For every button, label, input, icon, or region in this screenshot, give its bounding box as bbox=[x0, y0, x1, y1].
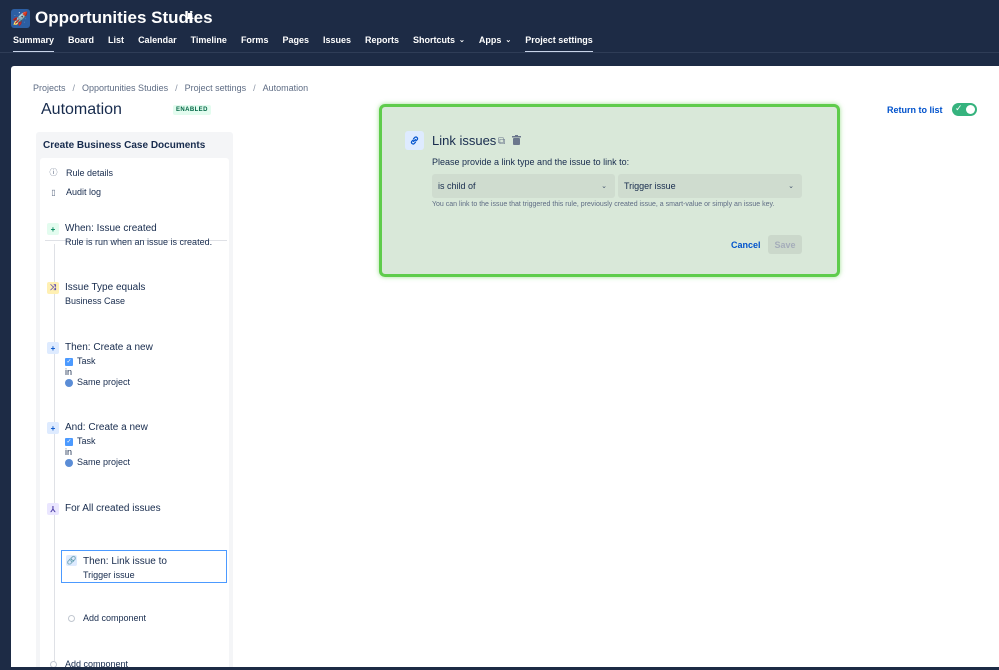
status-badge: ENABLED bbox=[173, 105, 211, 115]
tab-forms[interactable]: Forms bbox=[241, 35, 269, 53]
tab-board[interactable]: Board bbox=[68, 35, 94, 53]
project-globe-icon bbox=[65, 458, 73, 467]
toggle-knob bbox=[966, 105, 975, 114]
rule-details-label: Rule details bbox=[66, 167, 114, 178]
shuffle-icon: ⤨ bbox=[47, 282, 59, 294]
plus-icon: + bbox=[47, 422, 59, 434]
breadcrumb-separator: / bbox=[72, 83, 76, 93]
target-issue-select[interactable]: Trigger issue ⌄ bbox=[618, 174, 802, 198]
breadcrumb-separator: / bbox=[253, 83, 256, 93]
project-label: Same project bbox=[77, 377, 131, 387]
cancel-button[interactable]: Cancel bbox=[731, 240, 761, 250]
action-create-task-component[interactable]: + And: Create a new ✓ Task in Same projec… bbox=[47, 422, 227, 472]
rule-enabled-toggle[interactable]: ✓ bbox=[952, 103, 977, 116]
rule-panel: Create Business Case Documents ⓘ Rule de… bbox=[36, 132, 233, 667]
in-label: in bbox=[65, 367, 73, 377]
page-title: Automation bbox=[41, 101, 122, 118]
project-nav: Summary Board List Calendar Timeline For… bbox=[13, 35, 607, 53]
rule-name: Create Business Case Documents bbox=[43, 140, 206, 151]
link-type-value: is child of bbox=[438, 181, 476, 191]
tab-project-settings[interactable]: Project settings bbox=[525, 35, 593, 53]
editor-title: Link issues bbox=[432, 133, 497, 148]
rule-details-link[interactable]: ⓘ Rule details bbox=[49, 167, 114, 178]
return-to-list-link[interactable]: Return to list bbox=[887, 105, 943, 115]
breadcrumb-project-settings[interactable]: Project settings bbox=[185, 83, 247, 93]
info-icon: ⓘ bbox=[49, 168, 58, 177]
component-title: Then: Create a new bbox=[65, 342, 153, 353]
tab-reports[interactable]: Reports bbox=[365, 35, 399, 53]
component-title: And: Create a new bbox=[65, 422, 148, 433]
chevron-down-icon: ⌄ bbox=[459, 37, 465, 44]
trash-icon[interactable] bbox=[512, 135, 521, 148]
editor-prompt: Please provide a link type and the issue… bbox=[432, 157, 630, 167]
tab-summary[interactable]: Summary bbox=[13, 35, 55, 53]
breadcrumb-projects[interactable]: Projects bbox=[33, 83, 66, 93]
top-header: 🚀 Opportunities Studies Summary Board Li… bbox=[0, 0, 999, 53]
project-globe-icon bbox=[65, 378, 73, 387]
tab-list[interactable]: List bbox=[108, 35, 124, 53]
tab-timeline[interactable]: Timeline bbox=[191, 35, 227, 53]
pin-icon[interactable] bbox=[185, 12, 195, 27]
task-checkbox-icon: ✓ bbox=[65, 357, 73, 366]
chevron-down-icon: ⌄ bbox=[505, 37, 512, 44]
plus-icon: + bbox=[47, 223, 59, 235]
add-dot-icon bbox=[68, 615, 75, 622]
chevron-down-icon: ⌄ bbox=[601, 183, 607, 190]
branch-component[interactable]: ⅄ For All created issues bbox=[47, 503, 227, 519]
tab-shortcuts[interactable]: Shortcuts ⌄ bbox=[413, 35, 465, 53]
component-subtitle: Rule is run when an issue is created. bbox=[65, 237, 213, 247]
component-title: When: Issue created bbox=[65, 223, 157, 234]
tab-calendar[interactable]: Calendar bbox=[138, 35, 177, 53]
breadcrumb-project[interactable]: Opportunities Studies bbox=[82, 83, 168, 93]
tab-apps[interactable]: Apps ⌄ bbox=[479, 35, 511, 53]
condition-component[interactable]: ⤨ Issue Type equals Business Case bbox=[47, 282, 227, 312]
task-checkbox-icon: ✓ bbox=[65, 437, 73, 446]
action-create-task-component[interactable]: + Then: Create a new ✓ Task in Same proje… bbox=[47, 342, 227, 392]
in-label: in bbox=[65, 447, 73, 457]
save-button[interactable]: Save bbox=[768, 235, 802, 254]
chevron-down-icon: ⌄ bbox=[788, 183, 794, 190]
link-icon: 🔗 bbox=[66, 555, 77, 566]
add-component-branch-button[interactable]: Add component bbox=[83, 613, 146, 623]
main-content: Projects / Opportunities Studies / Proje… bbox=[11, 66, 999, 667]
project-label: Same project bbox=[77, 457, 131, 467]
copy-icon[interactable]: ⧉ bbox=[498, 136, 505, 147]
component-title: Then: Link issue to bbox=[83, 556, 167, 567]
audit-log-link[interactable]: ▯ Audit log bbox=[49, 187, 101, 197]
add-component-button[interactable]: Add component bbox=[65, 659, 128, 667]
tab-issues[interactable]: Issues bbox=[323, 35, 351, 53]
editor-help-text: You can link to the issue that triggered… bbox=[432, 201, 775, 208]
check-icon: ✓ bbox=[955, 103, 963, 113]
breadcrumb: Projects / Opportunities Studies / Proje… bbox=[33, 83, 308, 93]
issue-type-label: Task bbox=[77, 436, 96, 446]
link-icon bbox=[405, 131, 424, 150]
link-type-select[interactable]: is child of ⌄ bbox=[432, 174, 615, 198]
breadcrumb-automation[interactable]: Automation bbox=[263, 83, 309, 93]
branch-icon: ⅄ bbox=[47, 503, 59, 515]
plus-icon: + bbox=[47, 342, 59, 354]
rule-components-list: ⓘ Rule details ▯ Audit log + When: Issue… bbox=[40, 158, 229, 667]
tab-pages[interactable]: Pages bbox=[282, 35, 309, 53]
add-component-label: Add component bbox=[83, 613, 147, 623]
component-subtitle: Trigger issue bbox=[83, 570, 135, 580]
target-issue-value: Trigger issue bbox=[624, 181, 676, 191]
audit-log-label: Audit log bbox=[66, 187, 102, 197]
issue-type-label: Task bbox=[77, 356, 96, 366]
header-divider bbox=[0, 52, 999, 53]
add-dot-icon bbox=[50, 661, 57, 667]
add-component-label: Add component bbox=[65, 659, 129, 667]
component-title: For All created issues bbox=[65, 503, 161, 514]
trigger-component[interactable]: + When: Issue created Rule is run when a… bbox=[47, 223, 227, 253]
component-title: Issue Type equals bbox=[65, 282, 146, 293]
component-subtitle: Business Case bbox=[65, 296, 126, 306]
link-issues-editor: Link issues ⧉ Please provide a link type… bbox=[379, 104, 840, 277]
link-issue-component[interactable]: 🔗 Then: Link issue to Trigger issue bbox=[61, 550, 227, 583]
breadcrumb-separator: / bbox=[175, 83, 178, 93]
rocket-icon[interactable]: 🚀 bbox=[11, 9, 30, 28]
document-icon: ▯ bbox=[51, 187, 56, 197]
